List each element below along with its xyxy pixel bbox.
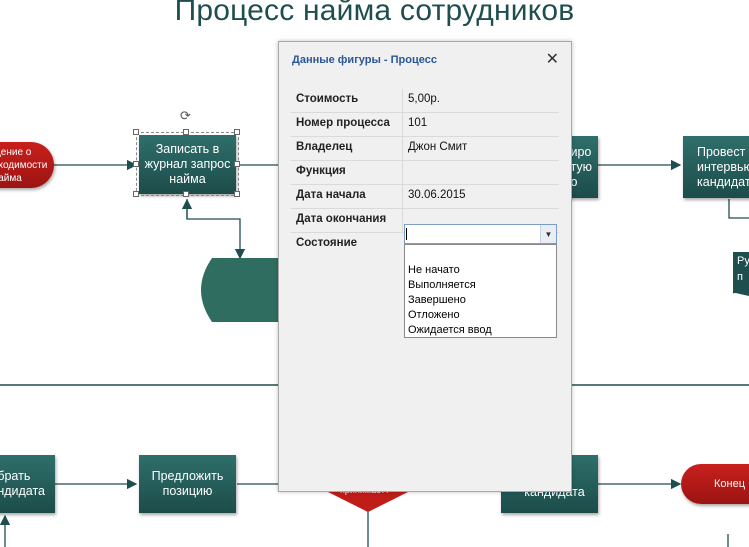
field-label: Дата окончания — [296, 213, 387, 225]
end-terminator[interactable]: Конец — [681, 464, 749, 504]
field-label: Номер процесса — [296, 117, 390, 129]
rotate-handle-icon[interactable]: ⟳ — [180, 109, 192, 122]
status-combobox[interactable]: ▼ — [404, 224, 557, 244]
resize-handle-t[interactable] — [183, 129, 189, 135]
connector-log-to-store — [186, 199, 246, 260]
field-value[interactable]: 30.06.2015 — [408, 189, 466, 201]
start-terminator-label: щение о бходимости найма — [0, 146, 48, 184]
process-interview-label: Провест интервью кандидат — [697, 144, 749, 189]
text-caret — [406, 228, 407, 240]
resize-handle-tl[interactable] — [133, 129, 139, 135]
field-row[interactable]: Номер процесса 101 — [291, 113, 559, 137]
process-interview[interactable]: Провест интервью кандидат — [683, 136, 749, 198]
field-row[interactable]: Владелец Джон Смит — [291, 137, 559, 161]
data-store-shape — [201, 258, 290, 322]
field-row[interactable]: Дата начала 30.06.2015 — [291, 185, 559, 209]
page-title: Процесс найма сотрудников — [174, 0, 575, 27]
process-choose-candidate[interactable]: брать ндидата — [0, 455, 55, 513]
start-terminator[interactable]: щение о бходимости найма — [0, 142, 54, 188]
status-option[interactable]: Завершено — [408, 294, 466, 306]
document-right-label: Ру п — [737, 255, 749, 283]
field-value[interactable]: Джон Смит — [408, 141, 467, 153]
field-value[interactable]: 101 — [408, 117, 427, 129]
process-offer-position-label: Предложить позицию — [151, 469, 224, 498]
resize-handle-br[interactable] — [234, 191, 240, 197]
process-choose-candidate-label: брать ндидата — [0, 469, 45, 498]
field-row[interactable]: Стоимость 5,00р. — [291, 89, 559, 113]
status-option[interactable]: Отложено — [408, 309, 460, 321]
process-offer-position[interactable]: Предложить позицию — [139, 455, 236, 513]
selection-frame — [136, 132, 239, 196]
close-icon[interactable]: ✕ — [546, 52, 559, 68]
field-label: Функция — [296, 165, 346, 177]
field-row[interactable]: Функция — [291, 161, 559, 185]
resize-handle-l[interactable] — [133, 161, 139, 167]
field-label: Состояние — [296, 237, 358, 249]
resize-handle-tr[interactable] — [234, 129, 240, 135]
resize-handle-r[interactable] — [234, 161, 240, 167]
status-option[interactable]: Не начато — [408, 264, 460, 276]
resize-handle-bl[interactable] — [133, 191, 139, 197]
field-label: Стоимость — [296, 93, 359, 105]
end-terminator-label: Конец — [714, 477, 746, 490]
field-label: Дата начала — [296, 189, 366, 201]
process-mid-partial-label: иро тую о — [570, 144, 593, 189]
field-label: Владелец — [296, 141, 353, 153]
dropdown-arrow-icon[interactable]: ▼ — [540, 225, 556, 243]
resize-handle-b[interactable] — [183, 191, 189, 197]
connector-interview-down — [728, 199, 749, 219]
status-option[interactable]: Ожидается ввод — [408, 324, 492, 336]
status-option[interactable]: Выполняется — [408, 279, 476, 291]
field-value[interactable]: 5,00р. — [408, 93, 440, 105]
dialog-title: Данные фигуры - Процесс — [292, 54, 437, 66]
status-dropdown-list: Не начато Выполняется Завершено Отложено… — [404, 244, 557, 338]
